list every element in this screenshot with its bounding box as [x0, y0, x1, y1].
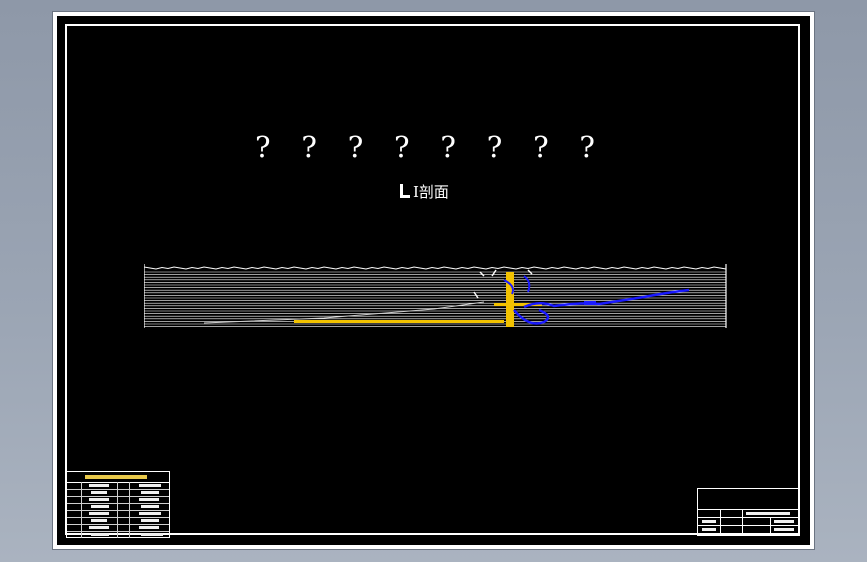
parts-table-header	[67, 472, 169, 483]
placeholder-mark: ?	[394, 130, 410, 164]
title-block	[697, 488, 800, 536]
placeholder-mark: ?	[255, 130, 271, 164]
parts-table	[66, 471, 170, 538]
yellow-borehole	[506, 272, 514, 327]
section-features	[203, 269, 690, 327]
placeholder-mark: ?	[440, 130, 456, 164]
cross-section-drawing	[144, 264, 727, 328]
placeholder-mark: ?	[533, 130, 549, 164]
placeholder-mark: ?	[486, 130, 503, 164]
section-title: I剖面	[400, 180, 449, 202]
placeholder-mark: ?	[301, 130, 317, 164]
drawing-sheet: ? ? ? ? ? ? ? ? I剖面	[53, 12, 814, 549]
ground-surface-line	[144, 266, 727, 270]
section-label: I剖面	[413, 182, 449, 201]
placeholder-marks: ? ? ? ? ? ? ? ?	[255, 129, 595, 165]
white-markers	[473, 269, 533, 299]
section-cut-icon	[400, 184, 410, 198]
yellow-seam	[294, 320, 504, 323]
placeholder-mark: ?	[579, 130, 595, 164]
placeholder-mark: ?	[347, 130, 364, 164]
blue-marker	[584, 301, 596, 305]
grey-trace	[203, 301, 485, 324]
strata-lines	[144, 264, 727, 328]
drawing-canvas: ? ? ? ? ? ? ? ? I剖面	[57, 16, 810, 545]
